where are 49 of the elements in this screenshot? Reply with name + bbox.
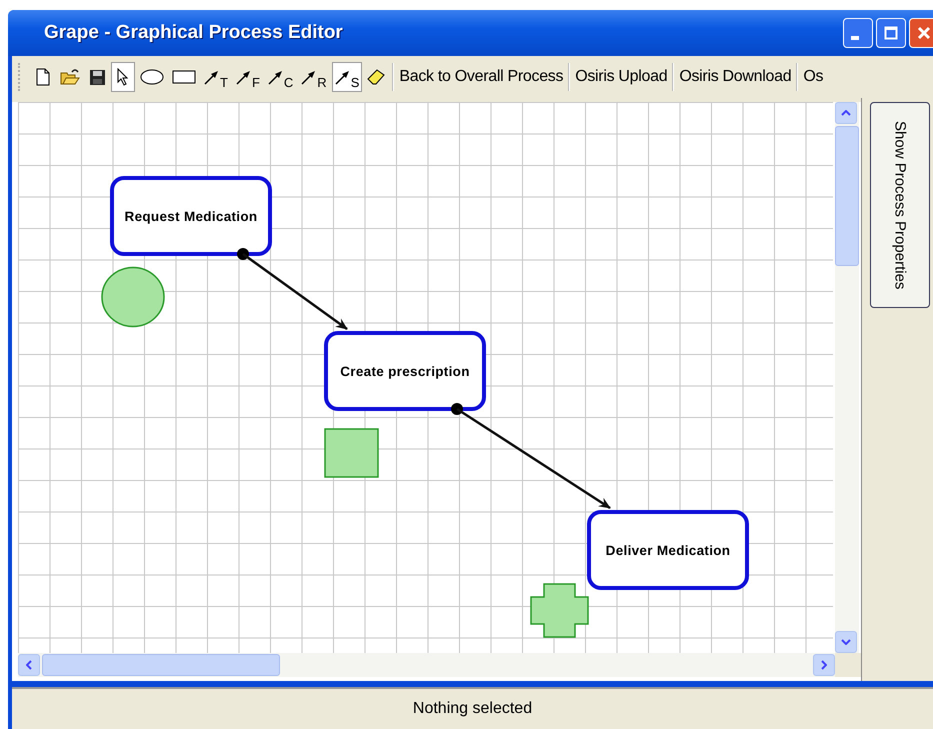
toolbar-link-button[interactable]: Osiris Upload bbox=[572, 68, 670, 86]
eraser-icon bbox=[367, 69, 388, 85]
scrollbar-corner bbox=[835, 653, 861, 677]
chevron-up-icon bbox=[841, 110, 851, 116]
ellipse-icon bbox=[140, 69, 164, 85]
toolbar-link-button[interactable]: Os bbox=[800, 68, 826, 86]
circle-marker bbox=[101, 266, 165, 328]
scroll-down-button[interactable] bbox=[835, 631, 857, 653]
process-node[interactable]: Create prescription bbox=[324, 331, 486, 411]
chevron-down-icon bbox=[841, 639, 851, 645]
status-text: Nothing selected bbox=[412, 700, 532, 718]
scroll-left-button[interactable] bbox=[18, 654, 40, 676]
maximize-icon bbox=[884, 26, 898, 40]
chevron-left-icon bbox=[26, 660, 32, 670]
toolbar-link-button[interactable]: Back to Overall Process bbox=[396, 68, 566, 86]
arrow-icon bbox=[301, 69, 318, 85]
scroll-thumb[interactable] bbox=[835, 126, 859, 266]
horizontal-scrollbar[interactable] bbox=[18, 653, 861, 677]
scroll-thumb[interactable] bbox=[42, 654, 280, 676]
arrow-icon bbox=[236, 69, 252, 85]
show-properties-button[interactable]: Show Process Properties bbox=[870, 102, 930, 308]
scroll-right-button[interactable] bbox=[813, 654, 835, 676]
arrow-icon bbox=[334, 69, 351, 85]
close-icon bbox=[917, 26, 931, 40]
connector-tool-button[interactable]: T bbox=[201, 62, 231, 92]
connector-tool-button[interactable]: C bbox=[264, 62, 296, 92]
new-file-icon bbox=[35, 68, 51, 86]
cross-marker bbox=[530, 583, 589, 638]
connector-tool-button[interactable]: S bbox=[332, 62, 362, 92]
open-folder-icon bbox=[60, 68, 80, 86]
minimize-icon bbox=[851, 36, 859, 40]
minimize-button[interactable] bbox=[843, 18, 873, 48]
process-node[interactable]: Request Medication bbox=[110, 176, 272, 256]
select-tool-button[interactable] bbox=[111, 62, 135, 92]
vertical-scrollbar[interactable] bbox=[835, 102, 859, 653]
arrow-icon bbox=[204, 69, 220, 85]
arrow-icon bbox=[268, 69, 284, 85]
close-button[interactable] bbox=[909, 18, 933, 48]
toolbar-link-button[interactable]: Osiris Download bbox=[676, 68, 794, 86]
scroll-up-button[interactable] bbox=[835, 102, 857, 124]
process-node[interactable]: Deliver Medication bbox=[587, 510, 749, 590]
pointer-icon bbox=[116, 68, 130, 86]
connector-tool-button[interactable]: F bbox=[232, 62, 263, 92]
square-marker bbox=[324, 428, 379, 478]
window-title: Grape - Graphical Process Editor bbox=[44, 22, 344, 44]
chevron-right-icon bbox=[821, 660, 827, 670]
connector-tool-button[interactable]: R bbox=[298, 62, 330, 92]
rectangle-icon bbox=[172, 70, 196, 84]
maximize-button[interactable] bbox=[876, 18, 906, 48]
